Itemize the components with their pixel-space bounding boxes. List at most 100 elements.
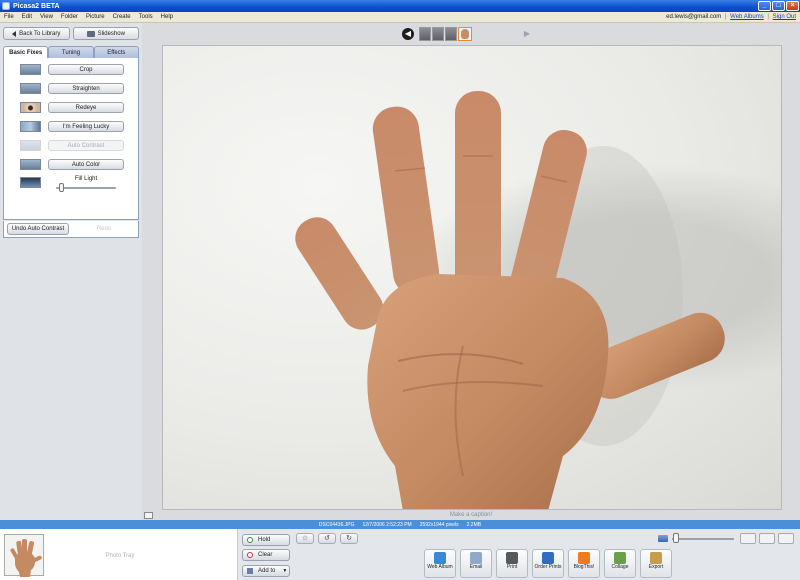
clear-icon (247, 552, 253, 558)
add-to-button[interactable]: Add to ▼ (242, 565, 290, 577)
picasa-app-icon (2, 2, 10, 10)
clear-label: Clear (258, 552, 273, 558)
menu-help[interactable]: Help (157, 14, 177, 20)
back-arrow-icon (12, 30, 17, 37)
main-area: Back To Library Slideshow Basic Fixes Tu… (0, 23, 800, 520)
export-actions: Web Album Email Print Order Prints BlogThis!… (424, 549, 672, 579)
main-photo[interactable] (162, 45, 782, 510)
web-albums-link[interactable]: Web Albums (730, 14, 764, 20)
rotate-right-icon[interactable]: ↻ (340, 533, 358, 544)
blogthis-button[interactable]: BlogThis! (568, 549, 600, 578)
menu-picture[interactable]: Picture (82, 14, 109, 20)
fit-view-icon[interactable] (778, 533, 794, 544)
account-email: ed.lewis@gmail.com (666, 14, 722, 20)
strip-thumbnail-selected[interactable] (458, 27, 472, 41)
auto-contrast-row: Auto Contrast (4, 139, 140, 153)
slideshow-icon (86, 30, 95, 37)
status-datetime: 12/7/2006 2:52:23 PM (362, 521, 412, 528)
caption-bar: Make a caption! (142, 511, 800, 520)
undo-redo-bar: Undo Auto Contrast Redo (3, 221, 139, 238)
bottom-tray: Photo Tray Hold Clear Add to ▼ ☆ ↺ ↻ Web… (0, 529, 800, 580)
order-prints-icon (542, 552, 554, 564)
auto-contrast-thumbnail (20, 140, 41, 151)
thumbnail-strip: ◀ ▶ (402, 26, 542, 42)
hold-button[interactable]: Hold (242, 534, 290, 546)
redo-button[interactable]: Redo (73, 223, 135, 235)
close-button[interactable]: × (786, 1, 799, 11)
redeye-button[interactable]: Redeye (48, 102, 124, 113)
tab-tuning[interactable]: Tuning (48, 46, 94, 58)
tab-basic-fixes[interactable]: Basic Fixes (3, 46, 49, 58)
hold-icon (247, 537, 253, 543)
status-dimensions: 2592x1944 pixels (419, 521, 459, 528)
collage-button[interactable]: Collage (604, 549, 636, 578)
zoom-icon (658, 535, 668, 542)
separator: | (724, 14, 727, 20)
star-icon[interactable]: ☆ (296, 533, 314, 544)
export-icon (650, 552, 662, 564)
action-label: Collage (611, 564, 629, 570)
menu-folder[interactable]: Folder (57, 14, 82, 20)
add-to-label: Add to (258, 568, 276, 574)
web-album-button[interactable]: Web Album (424, 549, 456, 578)
previous-photo-icon[interactable]: ◀ (402, 28, 414, 40)
photo-viewer: ◀ ▶ Make a caption! (142, 23, 800, 520)
edit-panel: Back To Library Slideshow Basic Fixes Tu… (0, 23, 142, 520)
photo-tray-label: Photo Tray (105, 553, 135, 559)
print-button[interactable]: Print (496, 549, 528, 578)
maximize-button[interactable]: □ (772, 1, 785, 11)
crop-button[interactable]: Crop (48, 64, 124, 75)
back-to-library-button[interactable]: Back To Library (3, 27, 70, 40)
strip-thumbnail[interactable] (445, 27, 457, 41)
strip-thumbnail[interactable] (432, 27, 444, 41)
caption-field[interactable]: Make a caption! (142, 511, 800, 520)
web-album-icon (434, 552, 446, 564)
minimize-button[interactable]: _ (758, 1, 771, 11)
status-filesize: 2.2MB (466, 521, 482, 528)
tray-thumbnail[interactable] (4, 534, 44, 577)
menu-file[interactable]: File (0, 14, 18, 20)
menu-bar: File Edit View Folder Picture Create Too… (0, 12, 800, 23)
email-icon (470, 552, 482, 564)
zoom-slider-track[interactable] (672, 538, 734, 540)
auto-contrast-button[interactable]: Auto Contrast (48, 140, 124, 151)
email-button[interactable]: Email (460, 549, 492, 578)
strip-thumbnail[interactable] (419, 27, 431, 41)
feeling-lucky-button[interactable]: I'm Feeling Lucky (48, 121, 124, 132)
tab-effects[interactable]: Effects (93, 46, 139, 58)
blogthis-icon (578, 552, 590, 564)
crop-row: Crop (4, 63, 140, 77)
menu-tools[interactable]: Tools (135, 14, 157, 20)
undo-button[interactable]: Undo Auto Contrast (7, 223, 70, 235)
slideshow-label: Slideshow (97, 30, 125, 37)
straighten-button[interactable]: Straighten (48, 83, 124, 94)
menu-view[interactable]: View (36, 14, 57, 20)
redeye-thumbnail (20, 102, 41, 113)
next-photo-icon[interactable]: ▶ (521, 28, 533, 40)
status-filename: DSC04436.JPG (318, 521, 355, 528)
tray-tools: ☆ ↺ ↻ (296, 532, 358, 545)
menu-edit[interactable]: Edit (18, 14, 36, 20)
auto-color-button[interactable]: Auto Color (48, 159, 124, 170)
fill-light-slider-handle[interactable] (58, 183, 64, 192)
action-label: BlogThis! (573, 564, 595, 570)
export-button[interactable]: Export (640, 549, 672, 578)
title-bar: Picasa2 BETA _ □ × (0, 0, 800, 12)
action-label: Print (506, 564, 518, 570)
redeye-row: Redeye (4, 101, 140, 115)
grid-view-icon[interactable] (759, 533, 775, 544)
slideshow-button[interactable]: Slideshow (72, 27, 139, 40)
chevron-down-icon: ▼ (282, 568, 288, 574)
rotate-left-icon[interactable]: ↺ (318, 533, 336, 544)
clear-button[interactable]: Clear (242, 549, 290, 561)
fill-light-slider-track[interactable] (56, 187, 116, 189)
auto-color-thumbnail (20, 159, 41, 170)
action-label: Web Album (427, 564, 453, 570)
straighten-thumbnail (20, 83, 41, 94)
order-prints-button[interactable]: Order Prints (532, 549, 564, 578)
nav-buttons: Back To Library Slideshow (3, 27, 139, 41)
zoom-slider-handle[interactable] (673, 533, 680, 543)
menu-create[interactable]: Create (109, 14, 135, 20)
single-view-icon[interactable] (740, 533, 756, 544)
sign-out-link[interactable]: Sign Out (773, 14, 796, 20)
